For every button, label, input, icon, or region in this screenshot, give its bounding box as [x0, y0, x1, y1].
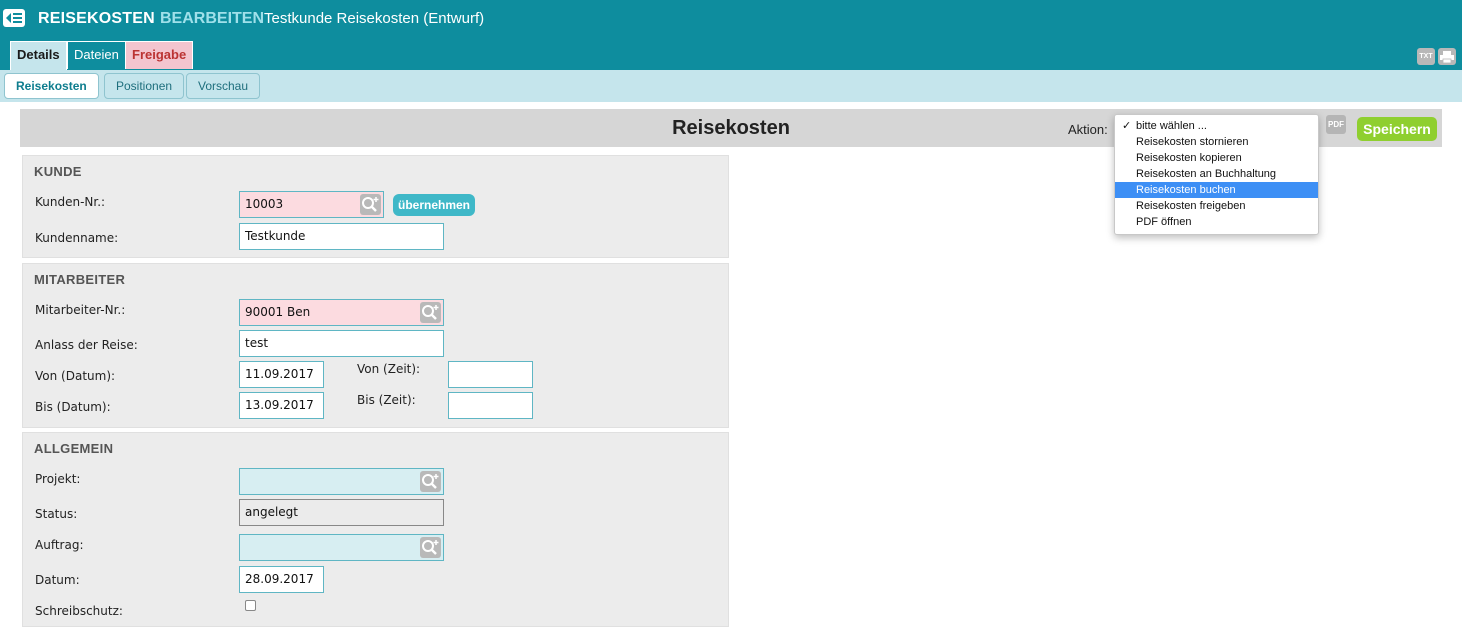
- save-button[interactable]: Speichern: [1357, 117, 1437, 141]
- kundenname-input[interactable]: Testkunde: [239, 223, 444, 250]
- aktion-dropdown-menu[interactable]: ✓ bitte wählen ... Reisekosten storniere…: [1114, 114, 1319, 235]
- section-title: MITARBEITER: [34, 272, 126, 287]
- section-title: KUNDE: [34, 164, 82, 179]
- von-zeit-input[interactable]: [448, 361, 533, 388]
- status-label: Status:: [35, 507, 78, 521]
- subtab-positionen[interactable]: Positionen: [104, 73, 185, 99]
- dropdown-item-label: Reisekosten stornieren: [1136, 136, 1249, 148]
- kundenname-label: Kundenname:: [35, 231, 119, 245]
- projekt-input[interactable]: [239, 468, 444, 495]
- dropdown-item-label: bitte wählen ...: [1136, 120, 1207, 132]
- checkmark-icon: ✓: [1122, 120, 1132, 132]
- bis-datum-label: Bis (Datum):: [35, 400, 111, 414]
- dropdown-item-stornieren[interactable]: Reisekosten stornieren: [1115, 134, 1318, 150]
- dropdown-item-label: Reisekosten buchen: [1136, 184, 1236, 196]
- von-datum-label: Von (Datum):: [35, 369, 116, 383]
- aktion-label: Aktion:: [1068, 122, 1108, 137]
- dropdown-item-label: Reisekosten an Buchhaltung: [1136, 168, 1277, 180]
- bis-zeit-label: Bis (Zeit):: [357, 393, 416, 407]
- tab-details[interactable]: Details: [10, 41, 67, 70]
- von-zeit-label: Von (Zeit):: [357, 362, 421, 376]
- header-icons: TXT: [1417, 48, 1456, 65]
- section-allgemein: ALLGEMEIN Projekt: Status: angelegt Auft…: [22, 432, 729, 627]
- section-title: ALLGEMEIN: [34, 441, 114, 456]
- bis-zeit-input[interactable]: [448, 392, 533, 419]
- schreibschutz-checkbox[interactable]: [245, 600, 256, 611]
- lookup-icon[interactable]: [420, 302, 441, 323]
- tab-dateien[interactable]: Dateien: [67, 41, 126, 69]
- kundennr-label: Kunden-Nr.:: [35, 195, 106, 209]
- mode-label: BEARBEITEN: [160, 10, 265, 27]
- lookup-icon[interactable]: [360, 194, 381, 215]
- dropdown-item-pdf-oeffnen[interactable]: PDF öffnen: [1115, 214, 1318, 230]
- mitarbeiternr-label: Mitarbeiter-Nr.:: [35, 303, 126, 317]
- subtab-reisekosten[interactable]: Reisekosten: [4, 73, 99, 99]
- dropdown-item-label: Reisekosten kopieren: [1136, 152, 1242, 164]
- module-title: REISEKOSTEN: [38, 10, 155, 27]
- back-menu-icon: [6, 13, 22, 23]
- dropdown-item-an-buchhaltung[interactable]: Reisekosten an Buchhaltung: [1115, 166, 1318, 182]
- txt-export-icon[interactable]: TXT: [1417, 48, 1435, 65]
- uebernehmen-button[interactable]: übernehmen: [393, 194, 476, 216]
- mitarbeiternr-value: 90001 Ben: [245, 305, 311, 319]
- tab-freigabe[interactable]: Freigabe: [125, 41, 194, 69]
- section-mitarbeiter: MITARBEITER Mitarbeiter-Nr.: 90001 Ben A…: [22, 263, 729, 428]
- printer-icon: [1440, 50, 1454, 63]
- projekt-label: Projekt:: [35, 472, 81, 486]
- mitarbeiternr-input[interactable]: 90001 Ben: [239, 299, 444, 326]
- anlass-label: Anlass der Reise:: [35, 338, 138, 352]
- subtab-vorschau[interactable]: Vorschau: [186, 73, 261, 99]
- dropdown-item-bitte-waehlen[interactable]: ✓ bitte wählen ...: [1115, 118, 1318, 134]
- print-icon[interactable]: [1438, 48, 1456, 65]
- datum-label: Datum:: [35, 573, 80, 587]
- auftrag-label: Auftrag:: [35, 538, 84, 552]
- anlass-input[interactable]: test: [239, 330, 444, 357]
- lookup-icon[interactable]: [420, 537, 441, 558]
- dropdown-item-kopieren[interactable]: Reisekosten kopieren: [1115, 150, 1318, 166]
- status-field: angelegt: [239, 499, 444, 526]
- kundennr-input[interactable]: 10003: [239, 191, 384, 218]
- datum-input[interactable]: 28.09.2017: [239, 566, 324, 593]
- back-menu-button[interactable]: [3, 9, 25, 27]
- pdf-icon[interactable]: PDF: [1326, 115, 1346, 134]
- dropdown-item-label: PDF öffnen: [1136, 216, 1192, 228]
- dropdown-item-label: Reisekosten freigeben: [1136, 200, 1246, 212]
- document-title: Testkunde Reisekosten (Entwurf): [264, 10, 485, 27]
- dropdown-item-freigeben[interactable]: Reisekosten freigeben: [1115, 198, 1318, 214]
- von-datum-input[interactable]: 11.09.2017: [239, 361, 324, 388]
- subtab-bar: Reisekosten Positionen Vorschau: [0, 70, 1462, 102]
- dropdown-item-buchen[interactable]: Reisekosten buchen: [1115, 182, 1318, 198]
- schreibschutz-label: Schreibschutz:: [35, 604, 123, 618]
- top-header: REISEKOSTEN BEARBEITEN Testkunde Reiseko…: [0, 0, 1462, 70]
- kundennr-value: 10003: [245, 197, 284, 211]
- bis-datum-input[interactable]: 13.09.2017: [239, 392, 324, 419]
- auftrag-input[interactable]: [239, 534, 444, 561]
- section-kunde: KUNDE Kunden-Nr.: 10003 übernehmen Kunde…: [22, 155, 729, 258]
- lookup-icon[interactable]: [420, 471, 441, 492]
